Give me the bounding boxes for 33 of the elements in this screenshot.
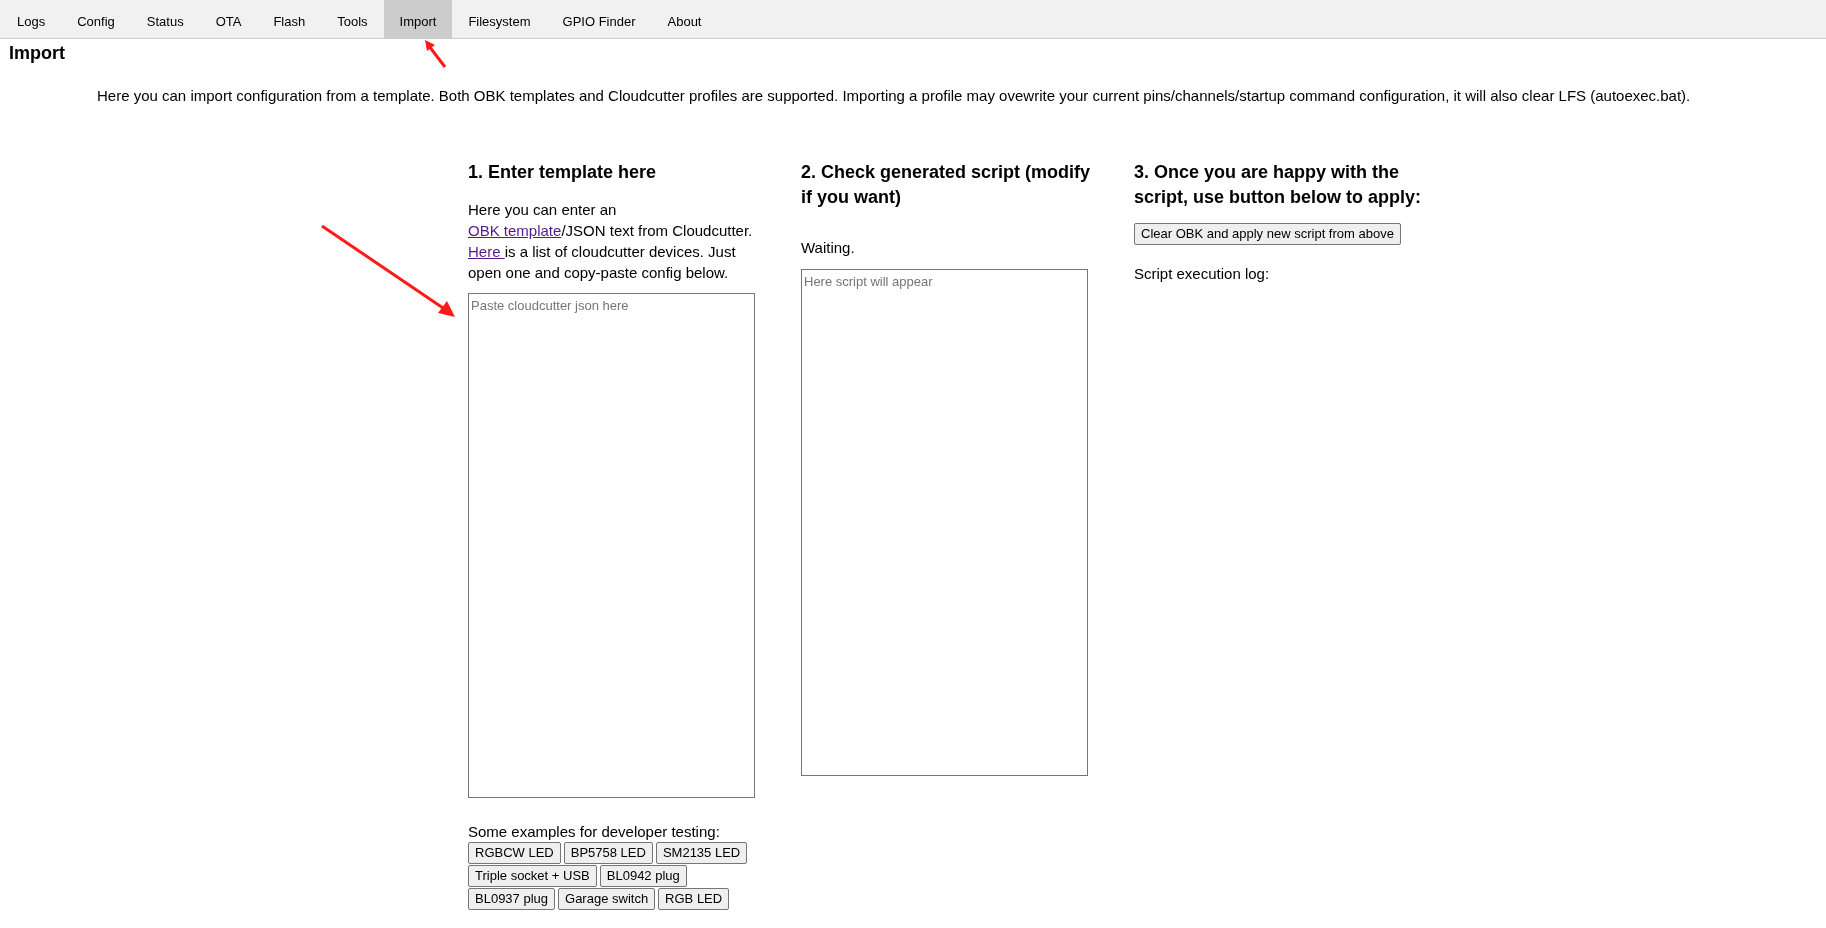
- nav-tab[interactable]: Import: [383, 0, 453, 38]
- examples-label: Some examples for developer testing:: [468, 822, 720, 841]
- example-button[interactable]: RGB LED: [658, 887, 730, 910]
- nav-tab[interactable]: Config: [61, 0, 131, 38]
- log-label: Script execution log:: [1134, 263, 1270, 284]
- example-button[interactable]: BL0942 plug: [599, 864, 687, 887]
- nav-tab[interactable]: Logs: [1, 0, 62, 38]
- annotation-arrow: [423, 38, 448, 69]
- nav-tab[interactable]: OTA: [199, 0, 258, 38]
- step-heading: 3. Once you are happy with the script, use button below to apply:: [1134, 160, 1422, 209]
- example-button[interactable]: BP5758 LED: [563, 841, 653, 864]
- status-text: Waiting.: [801, 237, 855, 258]
- page-title: Import: [9, 42, 65, 65]
- intro-text: Here you can import configuration from a template. Both OBK templates and Cloudcutter profiles are supported. Importing a profile may ovewrite your current pins/channels/startup command configuration, it will also clear LFS (autoexec.bat).: [97, 86, 1691, 106]
- nav-tab[interactable]: GPIO Finder: [546, 0, 652, 38]
- text-link[interactable]: OBK template: [468, 221, 562, 239]
- example-button[interactable]: Garage switch: [558, 887, 656, 910]
- example-button[interactable]: BL0937 plug: [468, 887, 555, 910]
- example-button[interactable]: SM2135 LED: [655, 841, 748, 864]
- example-button[interactable]: RGBCW LED: [468, 841, 561, 864]
- script-output[interactable]: Here script will appear: [801, 269, 1088, 776]
- apply-script-button[interactable]: Clear OBK and apply new script from above: [1134, 222, 1401, 245]
- nav-tab[interactable]: About: [651, 0, 718, 38]
- example-button[interactable]: Triple socket + USB: [468, 864, 597, 887]
- nav-tab[interactable]: Filesystem: [452, 0, 547, 38]
- text-link[interactable]: Here: [468, 242, 505, 260]
- step-heading: 2. Check generated script (modify if you want): [801, 160, 1091, 209]
- template-input[interactable]: Paste cloudcutter json here: [468, 292, 755, 798]
- step-heading: 1. Enter template here: [468, 160, 658, 184]
- step-description: Here you can enter an OBK template/JSON text from Cloudcutter. Here is a list of cloudcutter devices. Just open one and copy-paste config below.: [468, 199, 754, 283]
- nav-tab[interactable]: Status: [130, 0, 200, 38]
- nav-tab[interactable]: Tools: [321, 0, 384, 38]
- nav-tab[interactable]: Flash: [257, 0, 322, 38]
